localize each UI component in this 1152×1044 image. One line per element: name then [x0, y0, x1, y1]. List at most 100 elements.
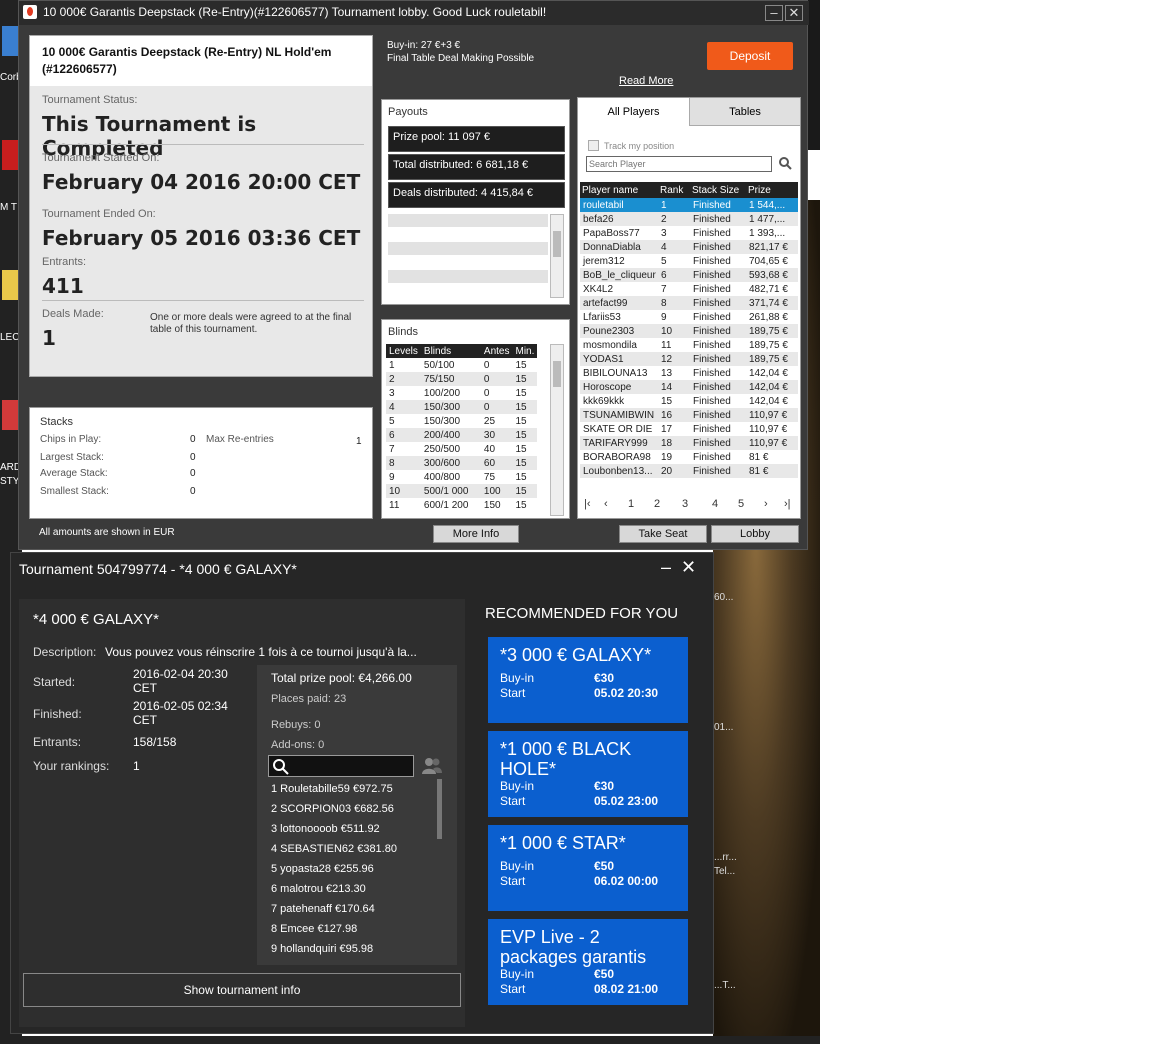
player-row[interactable]: TARIFARY999 18 Finished 110,97 € [580, 436, 798, 450]
page-5[interactable]: 5 [738, 498, 744, 510]
scroll-thumb[interactable] [553, 361, 561, 387]
scroll-thumb[interactable] [553, 231, 561, 257]
players-col-prize[interactable]: Prize [746, 182, 798, 198]
last-page-icon[interactable]: ›| [784, 498, 791, 510]
player-row[interactable]: SKATE OR DIE 17 Finished 110,97 € [580, 422, 798, 436]
blinds-panel: Blinds Levels Blinds Antes Min. 1 50/100 0… [381, 319, 570, 519]
blinds-level: 8 [386, 456, 421, 470]
galaxy-tournament-name: *4 000 € GALAXY* [33, 611, 159, 628]
buyin-label: Buy-in [500, 671, 535, 685]
player-row[interactable]: kkk69kkk 15 Finished 142,04 € [580, 394, 798, 408]
recommended-tournament-tile[interactable]: *1 000 € STAR* Buy-in €50 Start 06.02 00:00 [488, 825, 688, 911]
search-icon[interactable] [778, 156, 792, 170]
lobby-titlebar[interactable]: 10 000€ Garantis Deepstack (Re-Entry)(#1… [19, 1, 809, 25]
close-button[interactable]: ✕ [681, 557, 696, 578]
smallest-stack-value: 0 [190, 486, 196, 497]
average-stack-label: Average Stack: [40, 468, 108, 479]
result-row[interactable]: 3 lottonoooob €511.92 [271, 823, 380, 835]
first-page-icon[interactable]: |‹ [584, 498, 591, 510]
close-button[interactable]: ✕ [785, 5, 803, 21]
track-position-label: Track my position [604, 141, 675, 151]
ended-value: February 05 2016 03:36 CET [42, 226, 361, 250]
player-row[interactable]: jerem312 5 Finished 704,65 € [580, 254, 798, 268]
blinds-row: 6 200/400 30 15 [386, 428, 538, 442]
recommended-tournament-tile[interactable]: *1 000 € BLACK HOLE* Buy-in €30 Start 05.02 … [488, 731, 688, 817]
results-scrollbar[interactable] [437, 779, 442, 839]
player-row[interactable]: YODAS1 12 Finished 189,75 € [580, 352, 798, 366]
results-search-input[interactable] [268, 755, 414, 777]
take-seat-button[interactable]: Take Seat [619, 525, 707, 543]
player-row[interactable]: rouletabil 1 Finished 1 544,... [580, 198, 798, 212]
blinds-scrollbar[interactable] [550, 344, 564, 516]
player-stack: Finished [690, 296, 746, 310]
prev-page-icon[interactable]: ‹ [604, 498, 608, 510]
player-row[interactable]: BORABORA98 19 Finished 81 € [580, 450, 798, 464]
next-page-icon[interactable]: › [764, 498, 768, 510]
result-row[interactable]: 6 malotrou €213.30 [271, 883, 366, 895]
tab-all-players[interactable]: All Players [578, 98, 690, 126]
player-row[interactable]: BoB_le_cliqueur 6 Finished 593,68 € [580, 268, 798, 282]
tournament-info-panel: 10 000€ Garantis Deepstack (Re-Entry) NL… [29, 35, 373, 377]
read-more-link[interactable]: Read More [619, 75, 673, 87]
player-row[interactable]: Loubonben13... 20 Finished 81 € [580, 464, 798, 478]
blinds-min: 15 [515, 471, 527, 483]
more-info-button[interactable]: More Info [433, 525, 519, 543]
blinds-row: 2 75/150 0 15 [386, 372, 538, 386]
players-col-stack[interactable]: Stack Size [690, 182, 746, 198]
blinds-col-blinds[interactable]: Blinds [420, 344, 481, 358]
galaxy-tournament-window: Tournament 504799774 - *4 000 € GALAXY* … [10, 552, 714, 1034]
recommended-start: 06.02 00:00 [594, 874, 659, 888]
lobby-window-title: 10 000€ Garantis Deepstack (Re-Entry)(#1… [43, 5, 547, 19]
blinds-ante: 0 [483, 387, 490, 399]
blinds-level: 10 [386, 484, 421, 498]
player-row[interactable]: artefact99 8 Finished 371,74 € [580, 296, 798, 310]
recommended-tournament-tile[interactable]: *3 000 € GALAXY* Buy-in €30 Start 05.02 20:3… [488, 637, 688, 723]
player-row[interactable]: Poune2303 10 Finished 189,75 € [580, 324, 798, 338]
page-1[interactable]: 1 [628, 498, 634, 510]
players-icon[interactable] [421, 757, 443, 775]
taskbar[interactable] [0, 1036, 820, 1044]
player-name: BIBILOUNA13 [583, 367, 648, 379]
lobby-button[interactable]: Lobby [711, 525, 799, 543]
result-row[interactable]: 5 yopasta28 €255.96 [271, 863, 374, 875]
blinds-min: 15 [515, 499, 527, 511]
recommended-tournament-tile[interactable]: EVP Live - 2 packages garantis Buy-in €50 S… [488, 919, 688, 1005]
blinds-col-min[interactable]: Min. [512, 344, 538, 358]
players-col-name[interactable]: Player name [580, 182, 658, 198]
minimize-button[interactable]: – [765, 5, 783, 21]
deposit-button[interactable]: Deposit [707, 42, 793, 70]
result-row[interactable]: 9 hollandquiri €95.98 [271, 943, 373, 955]
blinds-col-antes[interactable]: Antes [480, 344, 513, 358]
result-row[interactable]: 7 patehenaff €170.64 [271, 903, 375, 915]
players-col-rank[interactable]: Rank [658, 182, 690, 198]
blinds-ante: 150 [483, 499, 501, 511]
blinds-col-levels[interactable]: Levels [386, 344, 421, 358]
player-prize: 81 € [746, 464, 798, 478]
tab-tables[interactable]: Tables [690, 98, 800, 126]
player-row[interactable]: BIBILOUNA13 13 Finished 142,04 € [580, 366, 798, 380]
result-row[interactable]: 2 SCORPION03 €682.56 [271, 803, 394, 815]
player-row[interactable]: PapaBoss77 3 Finished 1 393,... [580, 226, 798, 240]
payout-row-empty [388, 270, 548, 283]
search-player-input[interactable] [586, 156, 772, 172]
page-4[interactable]: 4 [712, 498, 718, 510]
desktop-label: 01... [714, 722, 734, 733]
page-3[interactable]: 3 [682, 498, 688, 510]
player-row[interactable]: DonnaDiabla 4 Finished 821,17 € [580, 240, 798, 254]
player-row[interactable]: mosmondila 11 Finished 189,75 € [580, 338, 798, 352]
player-row[interactable]: TSUNAMIBWIN 16 Finished 110,97 € [580, 408, 798, 422]
track-position-checkbox[interactable] [588, 140, 599, 151]
player-row[interactable]: Lfariis53 9 Finished 261,88 € [580, 310, 798, 324]
result-row[interactable]: 1 Rouletabille59 €972.75 [271, 783, 393, 795]
player-row[interactable]: befa26 2 Finished 1 477,... [580, 212, 798, 226]
result-row[interactable]: 8 Emcee €127.98 [271, 923, 357, 935]
status-label: Tournament Status: [42, 94, 138, 106]
player-row[interactable]: Horoscope 14 Finished 142,04 € [580, 380, 798, 394]
show-tournament-info-button[interactable]: Show tournament info [23, 973, 461, 1007]
result-row[interactable]: 4 SEBASTIEN62 €381.80 [271, 843, 397, 855]
blinds-value: 500/1 000 [420, 484, 481, 498]
minimize-button[interactable]: – [661, 557, 671, 578]
page-2[interactable]: 2 [654, 498, 660, 510]
payouts-scrollbar[interactable] [550, 214, 564, 298]
player-row[interactable]: XK4L2 7 Finished 482,71 € [580, 282, 798, 296]
